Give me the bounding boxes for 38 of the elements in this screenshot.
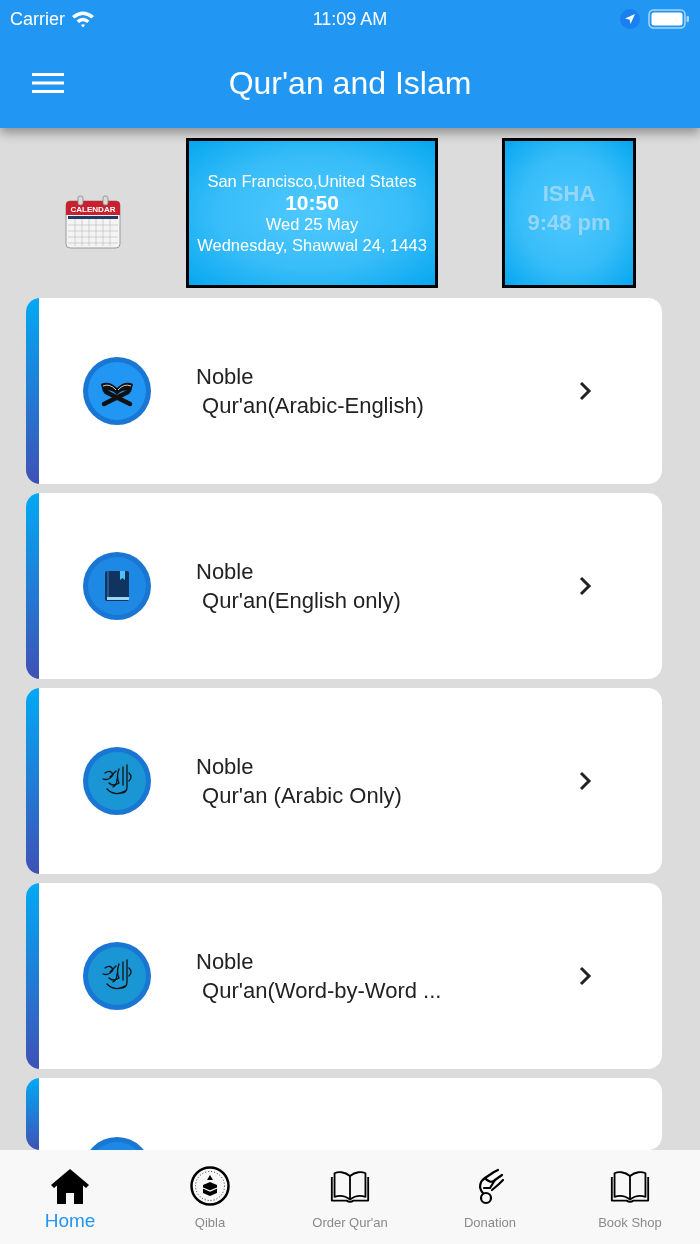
status-time: 11:09 AM (312, 8, 388, 30)
menu-card[interactable]: Noble Qur'an(Arabic-English) (26, 298, 662, 484)
location-text: San Francisco,United States (207, 170, 417, 192)
calligraphy-icon (83, 747, 151, 815)
hijri-date: Wednesday, Shawwal 24, 1443 (197, 234, 427, 256)
calendar-label: CALENDAR (70, 205, 116, 214)
chevron-icon (578, 965, 592, 987)
app-title: Qur'an and Islam (228, 64, 472, 102)
compass-icon (190, 1166, 230, 1206)
carrier-label: Carrier (10, 8, 65, 30)
menu-title: Noble Qur'an(English only) (196, 558, 402, 615)
current-time: 10:50 (285, 191, 339, 214)
accent-stripe (26, 1078, 39, 1150)
prayer-name: ISHA (542, 180, 596, 208)
chevron-icon (578, 380, 592, 402)
tab-item[interactable]: Order Qur'an (280, 1150, 420, 1244)
menu-title: Noble Qur'an(Word-by-Word ... (196, 948, 443, 1005)
tab-item[interactable]: Donation (420, 1150, 560, 1244)
menu-title: Noble Qur'an (Arabic Only) (196, 753, 403, 810)
tab-item[interactable]: Book Shop (560, 1150, 700, 1244)
tab-item[interactable]: Home (0, 1150, 140, 1244)
menu-card[interactable]: Noble Qur'an(Word-by-Word ... (26, 883, 662, 1069)
menu-card[interactable]: Noble Qur'an(English only) (26, 493, 662, 679)
menu-card[interactable] (26, 1078, 662, 1150)
quran-stand-icon (83, 357, 151, 425)
wifi-icon (71, 10, 95, 28)
battery-icon (648, 9, 690, 29)
tab-item[interactable]: Qibla (140, 1150, 280, 1244)
menu-icon[interactable] (32, 73, 64, 93)
book-icon (83, 552, 151, 620)
menu-title: Noble Qur'an(Arabic-English) (196, 363, 425, 420)
chevron-icon (578, 575, 592, 597)
gregorian-date: Wed 25 May (265, 213, 359, 235)
home-icon (50, 1166, 90, 1206)
chevron-icon (578, 770, 592, 792)
calligraphy-icon (83, 942, 151, 1010)
prayer-time: 9:48 pm (527, 209, 611, 237)
menu-card[interactable]: Noble Qur'an (Arabic Only) (26, 688, 662, 874)
